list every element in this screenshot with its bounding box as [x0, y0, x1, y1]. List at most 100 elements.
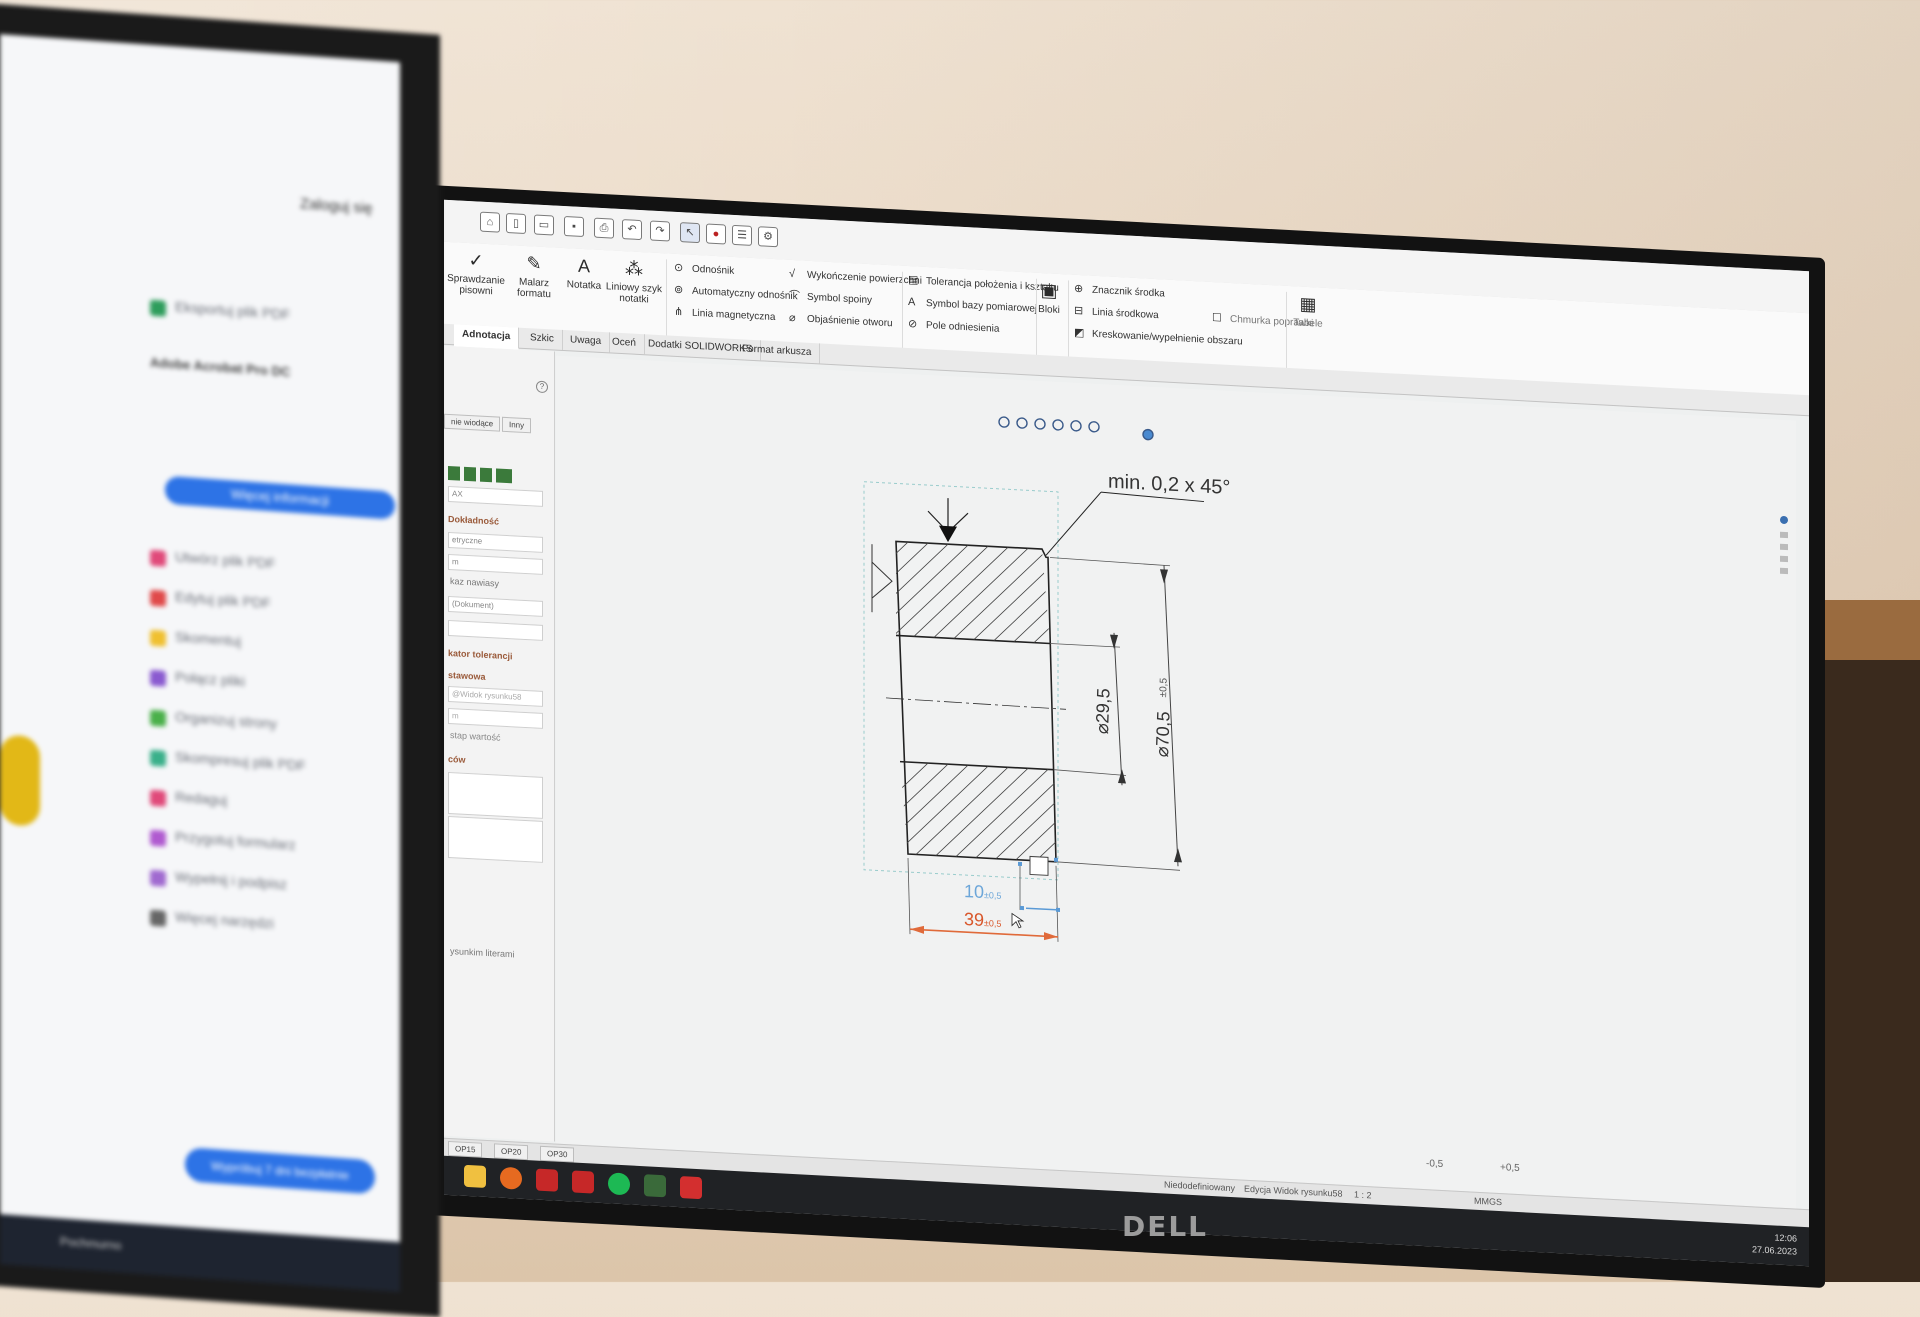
tables-button[interactable]: ▦ Tabele [1290, 292, 1326, 330]
task-pane-icons[interactable] [1780, 515, 1788, 575]
dim-inner-diameter[interactable]: ⌀29,5 [1092, 687, 1114, 734]
drawing-canvas[interactable]: min. 0,2 x 45° ⌀29,5 ⌀70,5 ±0,5 10 ±0,5 … [556, 355, 1796, 1211]
solidworks-icon[interactable] [536, 1168, 558, 1192]
status-units[interactable]: MMGS [1474, 1196, 1502, 1207]
style-select[interactable]: AX [448, 485, 543, 507]
precision-section[interactable]: Dokładność [448, 514, 544, 533]
dim-line-inner[interactable] [1113, 632, 1123, 786]
hole-callout-icon: ⌀ [789, 311, 796, 325]
spotify-icon[interactable] [608, 1172, 630, 1196]
dim-39[interactable]: 39 [964, 909, 984, 930]
document-select[interactable]: (Dokument) [448, 595, 543, 617]
tool-prepare-form[interactable]: Przygotuj formularz [175, 828, 296, 852]
status-scale[interactable]: 1 : 2 [1354, 1189, 1372, 1200]
hatch-top [896, 541, 1050, 644]
tool-comment[interactable]: Skomentuj [175, 628, 241, 649]
tab-uwaga[interactable]: Uwaga [562, 329, 611, 353]
file-properties-icon[interactable]: ☰ [732, 224, 752, 246]
home-icon[interactable]: ⌂ [480, 211, 500, 233]
tool-fill-sign[interactable]: Wypełnij i podpisz [175, 868, 287, 892]
options-gear-icon[interactable]: ⚙ [758, 226, 778, 248]
linear-note-pattern-label: Liniowy szyk notatki [605, 281, 663, 306]
magnetic-line-button[interactable]: ⋔ Linia magnetyczna [674, 304, 775, 325]
chamfer-leader [1045, 491, 1102, 556]
value-field[interactable]: m [448, 707, 543, 729]
tool-redact[interactable]: Redaguj [175, 788, 227, 808]
hole-callout-button[interactable]: ⌀ Objaśnienie otworu [789, 310, 893, 331]
sign-in-button[interactable]: Zaloguj się [300, 195, 373, 217]
print-icon[interactable]: ⎙ [594, 217, 614, 239]
dim-outer-diameter[interactable]: ⌀70,5 [1152, 711, 1174, 758]
panel-tab-other[interactable]: Inny [502, 416, 532, 434]
rebuild-icon[interactable]: ● [706, 223, 726, 245]
undo-icon[interactable]: ↶ [622, 219, 642, 241]
center-mark-button[interactable]: ⊕ Znacznik środka [1074, 281, 1165, 302]
unit-select[interactable]: etryczne [448, 531, 543, 553]
spell-check-button[interactable]: ✓ Sprawdzanie pisowni [446, 248, 506, 298]
balloon-button[interactable]: ⊙ Odnośnik [674, 260, 734, 279]
centerline-button[interactable]: ⊟ Linia środkowa [1074, 303, 1159, 323]
auto-balloon-button[interactable]: ⊚ Automatyczny odnośnik [674, 282, 798, 304]
surface-finish-label: Wykończenie powierzchni [807, 269, 922, 287]
extension-lines [907, 557, 1181, 942]
tool-organize[interactable]: Organizuj strony [175, 708, 277, 731]
tab-ocen[interactable]: Oceń [604, 332, 645, 355]
precision-field[interactable]: m [448, 553, 543, 575]
dimension-palette-icon[interactable] [1029, 855, 1049, 876]
text-box-lower[interactable] [448, 815, 543, 863]
excel-icon[interactable] [644, 1174, 666, 1198]
redo-icon[interactable]: ↷ [650, 220, 670, 242]
view-heads-up-toolbar[interactable] [998, 416, 1154, 441]
area-hatch-icon: ◩ [1074, 326, 1085, 340]
help-icon[interactable]: ? [536, 380, 548, 394]
drawing-sheet: min. 0,2 x 45° ⌀29,5 ⌀70,5 ±0,5 10 ±0,5 … [863, 416, 1788, 1174]
text-box-upper[interactable] [448, 771, 543, 819]
datum-target-button[interactable]: ⊘ Pole odniesienia [908, 316, 999, 337]
revision-cloud-icon: ☐ [1212, 311, 1222, 325]
linear-note-pattern-button[interactable]: ⁂ Liniowy szyk notatki [604, 256, 664, 306]
tool-compress[interactable]: Skompresuj plik PDF [175, 748, 306, 773]
empty-select[interactable] [448, 619, 543, 641]
tab-format-arkusza[interactable]: Format arkusza [734, 338, 821, 364]
other-section[interactable]: ców [448, 754, 544, 773]
prepare-form-icon [150, 829, 166, 847]
center-mark-label: Znacznik środka [1092, 284, 1165, 300]
ribbon-divider [666, 259, 667, 340]
blocks-button[interactable]: ▣ Bloki [1032, 279, 1066, 317]
property-manager-panel: nie wiodące Inny ? AX Dokładność etryczn… [444, 345, 555, 1142]
tool-more[interactable]: Więcej narzędzi [175, 908, 274, 931]
free-trial-button[interactable]: Wypróbuj 7 dni bezpłatnie [185, 1147, 375, 1195]
dim-line-39[interactable] [910, 928, 1058, 938]
file-explorer-icon[interactable] [464, 1164, 486, 1188]
tool-combine[interactable]: Połącz pliki [175, 668, 245, 689]
organize-pages-icon [150, 709, 166, 727]
dim-arrow-orange [1044, 932, 1058, 941]
area-hatch-label: Kreskowanie/wypełnienie obszaru [1092, 328, 1243, 348]
weather-widget[interactable]: Pochmurno [60, 1234, 121, 1252]
tab-szkic[interactable]: Szkic [522, 327, 563, 350]
area-hatch-button[interactable]: ◩ Kreskowanie/wypełnienie obszaru [1074, 325, 1243, 350]
tolerance-indicator-section[interactable]: kator tolerancji [448, 648, 544, 667]
datum-feature-button[interactable]: A Symbol bazy pomiarowej [908, 294, 1037, 317]
create-pdf-icon [150, 549, 166, 567]
save-icon[interactable]: ▪ [564, 216, 584, 238]
acrobat-icon[interactable] [680, 1176, 702, 1200]
linear-note-pattern-icon: ⁂ [625, 258, 643, 280]
weld-symbol-button[interactable]: ⌒ Symbol spoiny [789, 288, 872, 308]
ribbon-divider [1286, 291, 1287, 372]
firefox-icon[interactable] [500, 1166, 522, 1190]
select-cursor-icon[interactable]: ↖ [680, 222, 700, 244]
view-reference-field[interactable]: @Widok rysunku58 [448, 685, 543, 707]
status-editing: Edycja Widok rysunku58 [1244, 1183, 1343, 1199]
dim-line-10[interactable] [1026, 907, 1056, 911]
tool-create-pdf[interactable]: Utwórz plik PDF [175, 548, 275, 571]
new-file-icon[interactable]: ▯ [506, 212, 526, 235]
panel-tab-leading[interactable]: nie wiodące [444, 413, 501, 432]
solidworks-drawing-icon[interactable] [572, 1170, 594, 1194]
dim-10[interactable]: 10 [964, 881, 984, 902]
more-info-button[interactable]: Więcej informacji [165, 475, 395, 520]
tool-edit-pdf[interactable]: Edytuj plik PDF [175, 588, 271, 611]
system-clock[interactable]: 12:06 27.06.2023 [1752, 1230, 1797, 1258]
open-file-icon[interactable]: ▭ [534, 214, 554, 236]
tool-export-pdf[interactable]: Eksportuj plik PDF [175, 298, 290, 322]
